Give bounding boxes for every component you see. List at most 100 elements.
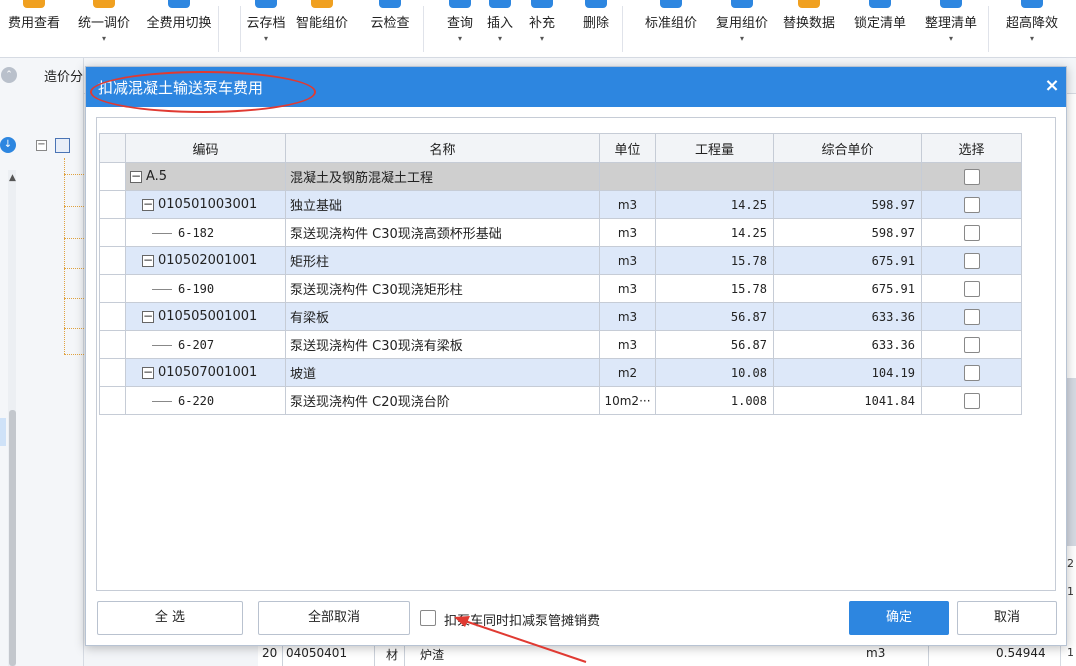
- toolbar-button-label: 整理清单: [924, 16, 977, 31]
- table-row[interactable]: −010502001001 矩形柱 m3 15.78 675.91: [99, 246, 1022, 275]
- select-checkbox[interactable]: [963, 280, 980, 297]
- toolbar-button[interactable]: 统一调价 ▾: [64, 0, 144, 58]
- toolbar-icon: [731, 0, 753, 8]
- toolbar-button[interactable]: 云检查: [350, 0, 430, 58]
- table-row[interactable]: −010501003001 独立基础 m3 14.25 598.97: [99, 190, 1022, 219]
- code-cell: −010502001001: [125, 246, 286, 275]
- unit-cell: m2: [599, 358, 656, 387]
- toolbar-icon: [255, 0, 277, 8]
- row-indicator[interactable]: [99, 274, 126, 303]
- right-grid-number: 2: [1067, 557, 1074, 570]
- toolbar-button[interactable]: 锁定清单: [840, 0, 920, 58]
- select-checkbox[interactable]: [963, 168, 980, 185]
- select-checkbox[interactable]: [963, 252, 980, 269]
- select-checkbox[interactable]: [963, 364, 980, 381]
- code-text: 010507001001: [158, 365, 258, 380]
- row-indicator[interactable]: [99, 358, 126, 387]
- toolbar-icon: [798, 0, 820, 8]
- unit-price-cell: 104.19: [773, 358, 922, 387]
- name-cell: 坡道: [285, 358, 600, 387]
- select-all-button[interactable]: 全 选: [97, 601, 243, 635]
- toolbar-button[interactable]: 删除: [556, 0, 636, 58]
- dialog-header: 扣减混凝土输送泵车费用 ×: [86, 67, 1066, 107]
- collapse-row-icon[interactable]: −: [142, 366, 154, 379]
- project-icon: [55, 138, 70, 153]
- scroll-thumb[interactable]: [9, 410, 16, 666]
- collapse-row-icon[interactable]: −: [142, 198, 154, 211]
- code-text: A.5: [146, 169, 168, 184]
- dropdown-arrow-icon[interactable]: ▾: [949, 35, 953, 43]
- scroll-up-icon[interactable]: ▲: [9, 173, 16, 183]
- collapse-panel-icon[interactable]: ⌃: [1, 67, 17, 83]
- table-row[interactable]: −010507001001 坡道 m2 10.08 104.19: [99, 358, 1022, 387]
- row-indicator[interactable]: [99, 190, 126, 219]
- toolbar-icon: [585, 0, 607, 8]
- dropdown-arrow-icon[interactable]: ▾: [102, 35, 106, 43]
- toolbar-button[interactable]: 整理清单 ▾: [911, 0, 991, 58]
- selected-tree-row[interactable]: [0, 418, 6, 446]
- toolbar-button[interactable]: 标准组价: [631, 0, 711, 58]
- left-tree-panel: ⌃ ↓ − ▲: [0, 58, 84, 666]
- name-cell: 泵送现浇构件 C30现浇有梁板: [285, 330, 600, 359]
- toolbar-separator: [218, 6, 219, 52]
- header-code[interactable]: 编码: [125, 133, 286, 163]
- toolbar-button[interactable]: 替换数据: [769, 0, 849, 58]
- tree-branch-line: [152, 288, 172, 290]
- unit-price-cell: 633.36: [773, 302, 922, 331]
- unit-price-cell: 633.36: [773, 330, 922, 359]
- header-unit[interactable]: 单位: [599, 133, 656, 163]
- table-row[interactable]: 6-220 泵送现浇构件 C20现浇台阶 10m2··· 1.008 1041.84: [99, 386, 1022, 415]
- tree-collapse-icon[interactable]: −: [36, 140, 47, 151]
- table-row[interactable]: −010505001001 有梁板 m3 56.87 633.36: [99, 302, 1022, 331]
- row-code: 04050401: [286, 646, 348, 660]
- cancel-button[interactable]: 取消: [957, 601, 1057, 635]
- table-row[interactable]: 6-207 泵送现浇构件 C30现浇有梁板 m3 56.87 633.36: [99, 330, 1022, 359]
- tree-connector: [64, 174, 84, 175]
- row-indicator[interactable]: [99, 330, 126, 359]
- toolbar-button-label: 复用组价: [715, 16, 768, 31]
- row-indicator[interactable]: [99, 218, 126, 247]
- toolbar-button[interactable]: 费用查看: [0, 0, 74, 58]
- dropdown-arrow-icon[interactable]: ▾: [540, 35, 544, 43]
- confirm-button[interactable]: 确定: [849, 601, 949, 635]
- name-cell: 泵送现浇构件 C30现浇高颈杯形基础: [285, 218, 600, 247]
- dropdown-arrow-icon[interactable]: ▾: [1030, 35, 1034, 43]
- download-icon[interactable]: ↓: [0, 137, 16, 153]
- toolbar-separator: [240, 6, 241, 52]
- deduct-pipe-fee-checkbox[interactable]: [420, 610, 436, 626]
- header-unit-price[interactable]: 综合单价: [773, 133, 922, 163]
- header-select[interactable]: 选择: [921, 133, 1022, 163]
- toolbar-button-label: 费用查看: [7, 16, 60, 31]
- select-checkbox[interactable]: [963, 196, 980, 213]
- dropdown-arrow-icon[interactable]: ▾: [264, 35, 268, 43]
- row-indicator[interactable]: [99, 302, 126, 331]
- unit-price-cell: 598.97: [773, 218, 922, 247]
- select-checkbox[interactable]: [963, 336, 980, 353]
- collapse-row-icon[interactable]: −: [130, 170, 142, 183]
- select-checkbox[interactable]: [963, 308, 980, 325]
- code-cell: − A.5: [125, 162, 286, 191]
- code-cell: −010505001001: [125, 302, 286, 331]
- toolbar-icon: [940, 0, 962, 8]
- header-name[interactable]: 名称: [285, 133, 600, 163]
- unit-cell: m3: [599, 218, 656, 247]
- row-indicator[interactable]: [99, 246, 126, 275]
- toolbar-button[interactable]: 超高降效 ▾: [992, 0, 1072, 58]
- table-row[interactable]: 6-190 泵送现浇构件 C30现浇矩形柱 m3 15.78 675.91: [99, 274, 1022, 303]
- row-indicator[interactable]: [99, 386, 126, 415]
- header-quantity[interactable]: 工程量: [655, 133, 774, 163]
- collapse-row-icon[interactable]: −: [142, 254, 154, 267]
- table-row[interactable]: − A.5 混凝土及钢筋混凝土工程: [99, 162, 1022, 191]
- tab-cost-analysis[interactable]: 造价分: [44, 66, 83, 85]
- select-checkbox[interactable]: [963, 392, 980, 409]
- collapse-row-icon[interactable]: −: [142, 310, 154, 323]
- deselect-all-button[interactable]: 全部取消: [258, 601, 410, 635]
- row-indicator[interactable]: [99, 162, 126, 191]
- quantity-cell: 14.25: [655, 218, 774, 247]
- table-row[interactable]: 6-182 泵送现浇构件 C30现浇高颈杯形基础 m3 14.25 598.97: [99, 218, 1022, 247]
- close-icon[interactable]: ×: [1042, 74, 1062, 98]
- unit-price-cell: 1041.84: [773, 386, 922, 415]
- dropdown-arrow-icon[interactable]: ▾: [740, 35, 744, 43]
- select-checkbox[interactable]: [963, 224, 980, 241]
- toolbar-button[interactable]: 全费用切换: [139, 0, 219, 58]
